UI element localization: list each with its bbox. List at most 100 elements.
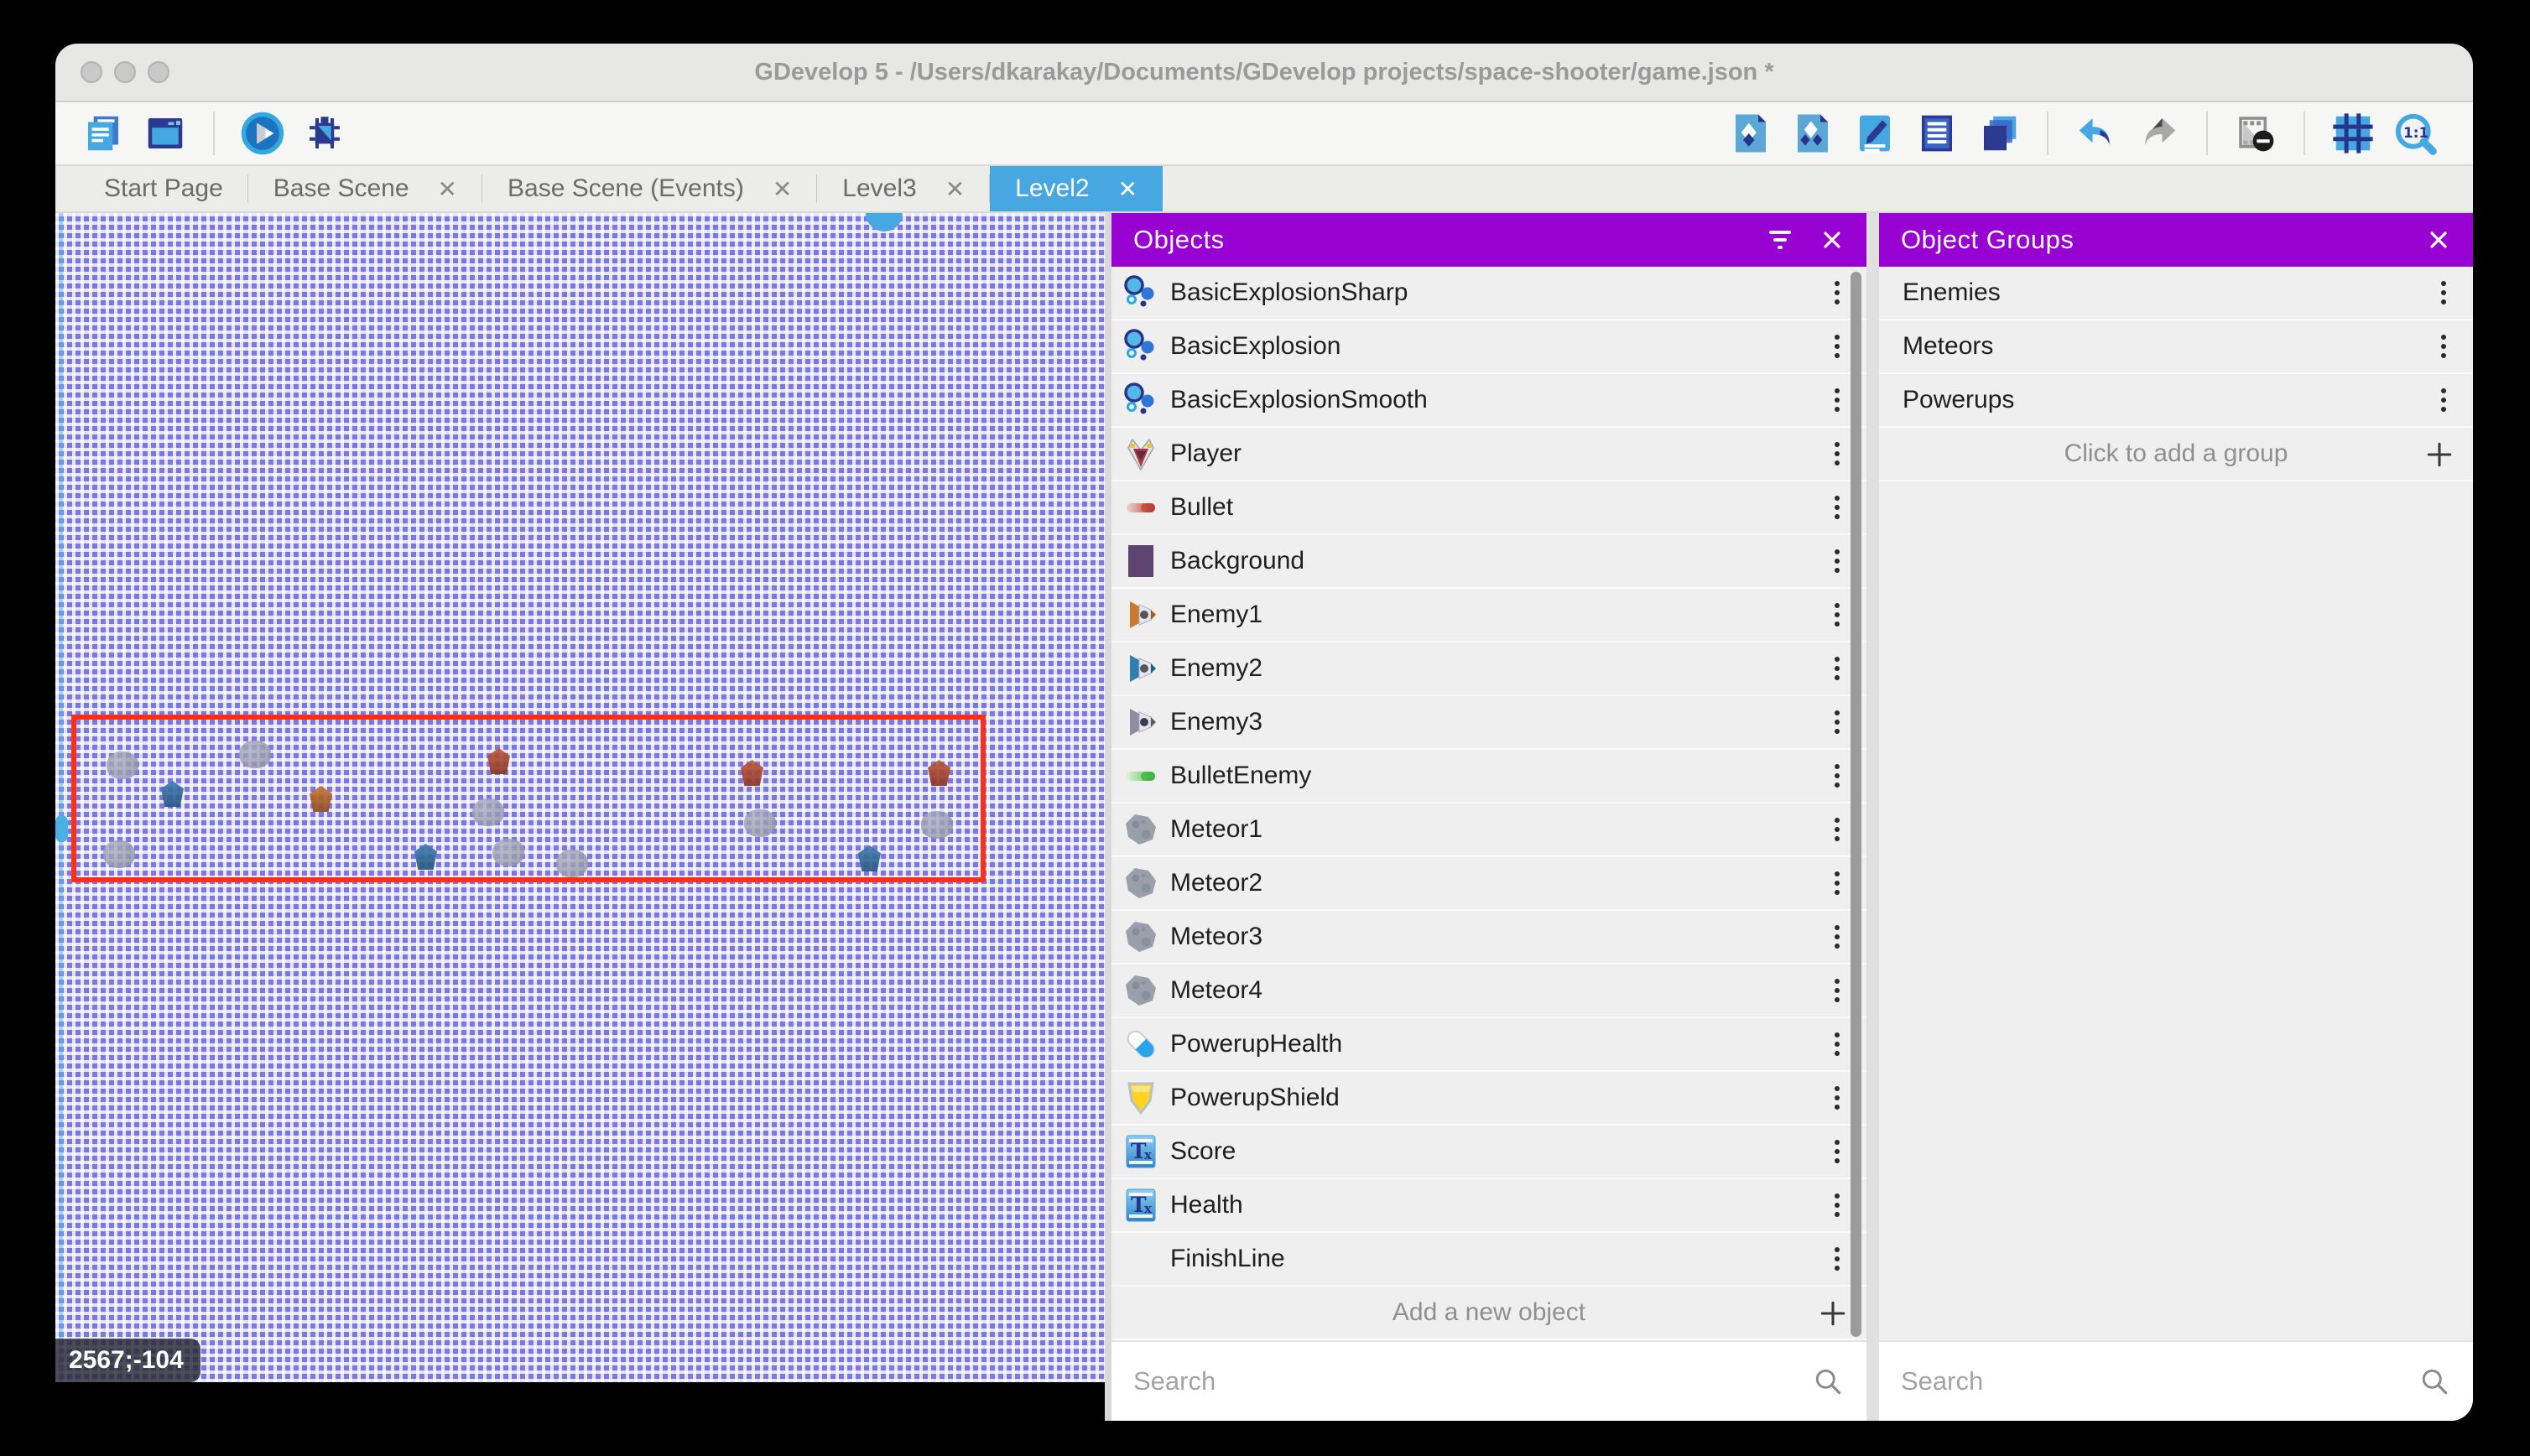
add-group-row[interactable]: Click to add a group bbox=[1879, 428, 2473, 481]
redo-icon bbox=[2136, 111, 2181, 156]
object-row-basicexplosion[interactable]: BasicExplosion bbox=[1111, 320, 1866, 374]
object-groups-panel-close-icon[interactable] bbox=[2426, 227, 2451, 252]
tab-base-scene-events-[interactable]: Base Scene (Events)✕ bbox=[482, 166, 817, 211]
group-row-powerups[interactable]: Powerups bbox=[1879, 374, 2473, 428]
tab-close-icon[interactable]: ✕ bbox=[1118, 175, 1137, 203]
meteor-instance[interactable] bbox=[744, 809, 776, 837]
objects-panel-close-icon[interactable] bbox=[1819, 227, 1845, 252]
object-row-meteor3[interactable]: Meteor3 bbox=[1111, 911, 1866, 965]
objects-editor-icon bbox=[1728, 111, 1773, 156]
group-row-meteors[interactable]: Meteors bbox=[1879, 320, 2473, 374]
panel-divider-2[interactable] bbox=[1866, 213, 1879, 1421]
toolbar-divider bbox=[2047, 112, 2048, 155]
object-row-bullet[interactable]: Bullet bbox=[1111, 481, 1866, 535]
object-row-enemy3[interactable]: Enemy3 bbox=[1111, 696, 1866, 750]
explosion-icon bbox=[1111, 274, 1170, 311]
zoom-1-1-button[interactable]: 1:1 bbox=[2391, 109, 2439, 158]
tab-close-icon[interactable]: ✕ bbox=[773, 175, 792, 203]
object-row-enemy2[interactable]: Enemy2 bbox=[1111, 642, 1866, 696]
enemy-red-instance[interactable] bbox=[741, 760, 763, 786]
text-icon: Tx bbox=[1111, 1133, 1170, 1170]
object-groups-panel-title: Object Groups bbox=[1901, 225, 2074, 255]
meteor-instance[interactable] bbox=[107, 751, 138, 779]
object-row-meteor4[interactable]: Meteor4 bbox=[1111, 965, 1866, 1018]
object-name: BulletEnemy bbox=[1170, 762, 1808, 790]
object-name: Meteor3 bbox=[1170, 923, 1808, 951]
meteor-instance[interactable] bbox=[103, 840, 135, 868]
kebab-menu-icon[interactable] bbox=[2414, 388, 2473, 412]
object-row-meteor1[interactable]: Meteor1 bbox=[1111, 803, 1866, 857]
enemy-orange-instance[interactable] bbox=[310, 786, 332, 812]
undo-button[interactable] bbox=[2072, 109, 2121, 158]
canvas-vertical-scrollbar[interactable] bbox=[59, 213, 63, 1382]
meteor-instance[interactable] bbox=[921, 811, 953, 839]
enemy-blue-instance[interactable] bbox=[858, 845, 881, 871]
layers-button[interactable] bbox=[1975, 109, 2023, 158]
object-row-bulletenemy[interactable]: BulletEnemy bbox=[1111, 750, 1866, 803]
object-row-basicexplosionsmooth[interactable]: BasicExplosionSmooth bbox=[1111, 374, 1866, 428]
enemy-red-instance[interactable] bbox=[928, 760, 950, 786]
object-name: Meteor2 bbox=[1170, 869, 1808, 897]
add-object-row[interactable]: Add a new object bbox=[1111, 1287, 1866, 1340]
object-row-health[interactable]: TxHealth bbox=[1111, 1179, 1866, 1233]
object-row-player[interactable]: Player bbox=[1111, 428, 1866, 481]
meteor-instance[interactable] bbox=[239, 741, 271, 768]
tab-label: Base Scene bbox=[273, 174, 409, 203]
object-row-poweruphealth[interactable]: PowerupHealth bbox=[1111, 1018, 1866, 1072]
grid-button[interactable] bbox=[2329, 109, 2377, 158]
search-icon bbox=[1811, 1365, 1845, 1398]
background-icon bbox=[1111, 543, 1170, 580]
kebab-menu-icon[interactable] bbox=[2414, 281, 2473, 304]
enemy-red-instance[interactable] bbox=[487, 748, 510, 774]
objects-scrollbar[interactable] bbox=[1851, 272, 1861, 1337]
bullet-icon bbox=[1111, 489, 1170, 526]
properties-button[interactable] bbox=[1851, 109, 1899, 158]
filter-icon[interactable] bbox=[1769, 231, 1791, 249]
scene-canvas[interactable]: 2567;-104 bbox=[55, 213, 1105, 1382]
meteor-icon bbox=[1111, 811, 1170, 848]
meteor-instance[interactable] bbox=[556, 850, 588, 877]
plus-icon[interactable] bbox=[2423, 438, 2456, 476]
objects-editor-button[interactable] bbox=[1726, 109, 1775, 158]
tab-base-scene[interactable]: Base Scene ✕ bbox=[248, 166, 482, 211]
enemy-blue-instance[interactable] bbox=[161, 781, 184, 807]
plus-icon[interactable] bbox=[1816, 1297, 1850, 1334]
meteor-instance[interactable] bbox=[472, 798, 504, 826]
project-manager-button[interactable] bbox=[79, 109, 128, 158]
mask-toggle-button[interactable] bbox=[2231, 109, 2280, 158]
preview-window-button[interactable] bbox=[141, 109, 190, 158]
object-row-meteor2[interactable]: Meteor2 bbox=[1111, 857, 1866, 911]
object-row-enemy1[interactable]: Enemy1 bbox=[1111, 589, 1866, 642]
object-row-basicexplosionsharp[interactable]: BasicExplosionSharp bbox=[1111, 267, 1866, 320]
groups-search-input[interactable] bbox=[1901, 1366, 2418, 1396]
object-row-background[interactable]: Background bbox=[1111, 535, 1866, 589]
panel-divider[interactable] bbox=[1105, 213, 1111, 1421]
debug-button[interactable] bbox=[300, 109, 349, 158]
object-name: Score bbox=[1170, 1137, 1808, 1166]
enemy-blue-instance[interactable] bbox=[414, 844, 437, 870]
objects-search-input[interactable] bbox=[1133, 1366, 1811, 1396]
object-name: Enemy2 bbox=[1170, 654, 1808, 683]
play-button[interactable] bbox=[238, 109, 287, 158]
object-row-score[interactable]: TxScore bbox=[1111, 1126, 1866, 1179]
instances-list-button[interactable] bbox=[1913, 109, 1961, 158]
object-name: Meteor4 bbox=[1170, 976, 1808, 1005]
meteor-instance[interactable] bbox=[492, 839, 524, 866]
tab-close-icon[interactable]: ✕ bbox=[945, 175, 965, 203]
object-groups-panel: Object Groups EnemiesMeteorsPowerups Cli… bbox=[1879, 213, 2473, 1421]
tab-bar: Start PageBase Scene✕Base Scene (Events)… bbox=[55, 166, 2473, 213]
tab-start-page[interactable]: Start Page bbox=[79, 166, 248, 211]
tab-level3[interactable]: Level3✕ bbox=[817, 166, 990, 211]
object-groups-button[interactable] bbox=[1788, 109, 1837, 158]
canvas-scrollbar-thumb[interactable] bbox=[55, 815, 68, 842]
redo-button[interactable] bbox=[2134, 109, 2183, 158]
tab-close-icon[interactable]: ✕ bbox=[438, 175, 457, 203]
object-row-powerupshield[interactable]: PowerupShield bbox=[1111, 1072, 1866, 1126]
kebab-menu-icon[interactable] bbox=[2414, 335, 2473, 358]
group-row-enemies[interactable]: Enemies bbox=[1879, 267, 2473, 320]
objects-list: BasicExplosionSharpBasicExplosion BasicEx… bbox=[1111, 267, 1866, 1287]
layers-icon bbox=[1976, 111, 2022, 156]
object-name: BasicExplosionSmooth bbox=[1170, 386, 1808, 414]
object-row-finishline[interactable]: FinishLine bbox=[1111, 1233, 1866, 1287]
tab-level2[interactable]: Level2✕ bbox=[990, 166, 1163, 211]
